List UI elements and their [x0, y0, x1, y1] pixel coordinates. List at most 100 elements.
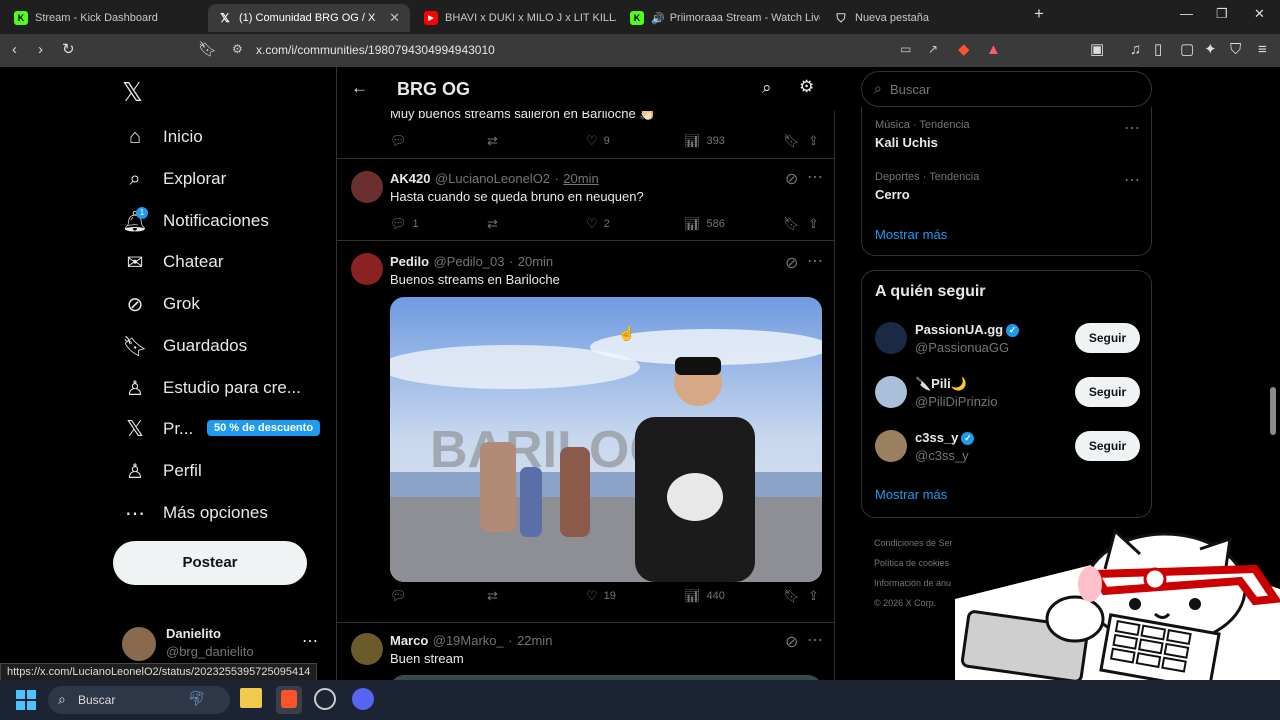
bookmark-button[interactable]: 🔖︎: [783, 588, 806, 604]
page-scrollbar-thumb[interactable]: [1270, 387, 1276, 435]
site-info-icon[interactable]: ⚙: [232, 42, 243, 56]
grok-icon[interactable]: ⊘: [785, 253, 798, 273]
leo-ai-icon[interactable]: ✦: [1204, 42, 1217, 58]
reply-button[interactable]: 💬︎: [390, 588, 413, 604]
reply-button[interactable]: 💬︎: [390, 133, 413, 149]
obs-icon[interactable]: [314, 688, 336, 710]
settings-icon[interactable]: ⚙: [799, 77, 814, 97]
taskbar-search[interactable]: ⌕ Buscar 🐬︎: [48, 686, 230, 714]
more-dots-icon[interactable]: ⋯: [807, 167, 823, 187]
footer-ads-link[interactable]: Información de anu: [874, 573, 953, 593]
author-name[interactable]: Marco: [390, 633, 428, 648]
bookmark-button[interactable]: 🔖︎: [783, 216, 806, 232]
nav-profile[interactable]: ♙ Perfil: [122, 454, 202, 488]
repost-button[interactable]: ⇄: [487, 588, 504, 604]
back-icon[interactable]: ‹: [12, 42, 17, 58]
repost-button[interactable]: ⇄: [487, 133, 504, 149]
tweet-time[interactable]: 20min: [563, 171, 598, 186]
trend-name[interactable]: Cerro: [875, 187, 910, 202]
minimize-icon[interactable]: —: [1180, 6, 1193, 21]
tab-youtube[interactable]: ▶ BHAVI x DUKI x MILO J x LIT KILLAH -: [414, 4, 616, 32]
tab-kick-stream[interactable]: K 🔊 Priimoraaa Stream - Watch Live o: [620, 4, 820, 32]
tweet[interactable]: Marco @19Marko_ · 22min ⊘ ⋯ Buen stream: [337, 623, 835, 680]
like-button[interactable]: ♡ 19: [586, 588, 616, 604]
windows-start-icon[interactable]: [16, 690, 36, 710]
nav-home[interactable]: ⌂ Inicio: [122, 120, 203, 154]
views-button[interactable]: 📊︎ 393: [684, 133, 725, 149]
bookmark-page-icon[interactable]: 🔖︎: [198, 42, 217, 58]
more-dots-icon[interactable]: ⋯: [1124, 118, 1140, 138]
views-button[interactable]: 📊︎ 440: [684, 588, 725, 604]
back-arrow-icon[interactable]: ←: [351, 78, 368, 98]
tweet-time[interactable]: 22min: [517, 633, 552, 648]
more-dots-icon[interactable]: ⋯: [1124, 170, 1140, 190]
repost-button[interactable]: ⇄: [487, 216, 504, 232]
share-button[interactable]: ⇪: [808, 133, 825, 149]
tweet[interactable]: AK420 @LucianoLeonelO2 · 20min ⊘ ⋯ Hasta…: [337, 159, 835, 241]
file-explorer-icon[interactable]: [240, 688, 262, 708]
premium-discount-badge[interactable]: 50 % de descuento: [207, 420, 321, 436]
vpn-icon[interactable]: ⛉: [1230, 42, 1241, 58]
media-icon[interactable]: ♫: [1130, 42, 1141, 58]
wallet-icon[interactable]: ▢: [1180, 42, 1194, 58]
tweet-media-video[interactable]: BARILOC ☝: [390, 297, 822, 582]
author-handle[interactable]: @Pedilo_03: [433, 254, 504, 269]
nav-premium[interactable]: 𝕏 Pr...: [122, 412, 193, 446]
footer-terms-link[interactable]: Condiciones de Ser: [874, 533, 953, 553]
address-bar[interactable]: ⚙ x.com/i/communities/198079430499494301…: [222, 39, 1012, 62]
more-dots-icon[interactable]: ⋯: [807, 251, 823, 271]
like-button[interactable]: ♡ 2: [586, 216, 610, 232]
sidebar-panel-icon[interactable]: ▣: [1090, 42, 1104, 58]
suggested-user-name[interactable]: 🔪Pili🌙: [915, 376, 967, 392]
discord-icon[interactable]: [352, 688, 374, 710]
author-name[interactable]: AK420: [390, 171, 430, 186]
nav-grok[interactable]: ⊘ Grok: [122, 287, 200, 321]
maximize-icon[interactable]: ❐: [1216, 6, 1228, 22]
sidebar-toggle-icon[interactable]: ▯: [1154, 42, 1162, 58]
x-logo-icon[interactable]: 𝕏: [122, 77, 143, 108]
tweet-time[interactable]: 20min: [518, 254, 553, 269]
cast-icon[interactable]: ▭: [900, 42, 911, 56]
search-input[interactable]: ⌕ Buscar: [861, 71, 1152, 107]
footer-cookies-link[interactable]: Política de cookies: [874, 553, 953, 573]
nav-more[interactable]: ⋯ Más opciones: [122, 496, 268, 530]
new-tab-icon[interactable]: +: [1034, 4, 1044, 24]
views-button[interactable]: 📊︎ 586: [684, 216, 725, 232]
more-dots-icon[interactable]: ⋯: [807, 630, 823, 650]
share-button[interactable]: ⇪: [808, 216, 825, 232]
follow-button[interactable]: Seguir: [1075, 377, 1140, 407]
post-button[interactable]: Postear: [113, 541, 307, 585]
tweet[interactable]: Pedilo @Pedilo_03 · 20min ⊘ ⋯ Buenos str…: [337, 241, 835, 623]
tab-kick-dashboard[interactable]: K Stream - Kick Dashboard: [4, 4, 204, 32]
share-button[interactable]: ⇪: [808, 588, 825, 604]
show-more-link[interactable]: Mostrar más: [875, 487, 947, 502]
author-handle[interactable]: @LucianoLeonelO2: [435, 171, 550, 186]
author-name[interactable]: Pedilo: [390, 254, 429, 269]
nav-creator-studio[interactable]: ♙ Estudio para cre...: [122, 371, 301, 405]
follow-button[interactable]: Seguir: [1075, 431, 1140, 461]
nav-chat[interactable]: ✉ Chatear: [122, 245, 224, 279]
search-icon[interactable]: ⌕: [762, 78, 772, 98]
nav-bookmarks[interactable]: 🔖︎ Guardados: [122, 329, 247, 363]
suggested-user-name[interactable]: PassionUA.gg ✓: [915, 322, 1020, 338]
nav-notifications[interactable]: 🔔︎ 1 Notificaciones: [122, 204, 269, 238]
grok-icon[interactable]: ⊘: [785, 169, 798, 189]
follow-button[interactable]: Seguir: [1075, 323, 1140, 353]
brave-rewards-icon[interactable]: ▲: [986, 42, 1001, 58]
show-more-link[interactable]: Mostrar más: [875, 227, 947, 242]
author-handle[interactable]: @19Marko_: [433, 633, 504, 648]
forward-icon[interactable]: ›: [38, 42, 43, 58]
account-switcher[interactable]: Danielito @brg_danielito ⋯: [122, 625, 328, 665]
reply-button[interactable]: 💬︎ 1: [390, 216, 419, 232]
like-button[interactable]: ♡ 9: [586, 133, 610, 149]
reload-icon[interactable]: ↻: [62, 42, 75, 58]
brave-taskbar-button[interactable]: [276, 686, 302, 714]
close-window-icon[interactable]: ✕: [1254, 6, 1265, 22]
bookmark-button[interactable]: 🔖︎: [783, 133, 806, 149]
share-icon[interactable]: ↗: [928, 42, 938, 56]
grok-icon[interactable]: ⊘: [785, 632, 798, 652]
tab-x-community[interactable]: 𝕏 (1) Comunidad BRG OG / X ✕: [208, 4, 410, 32]
menu-icon[interactable]: ≡: [1258, 42, 1267, 58]
nav-explore[interactable]: ⌕ Explorar: [122, 162, 226, 196]
brave-shields-icon[interactable]: ◆: [958, 42, 970, 58]
